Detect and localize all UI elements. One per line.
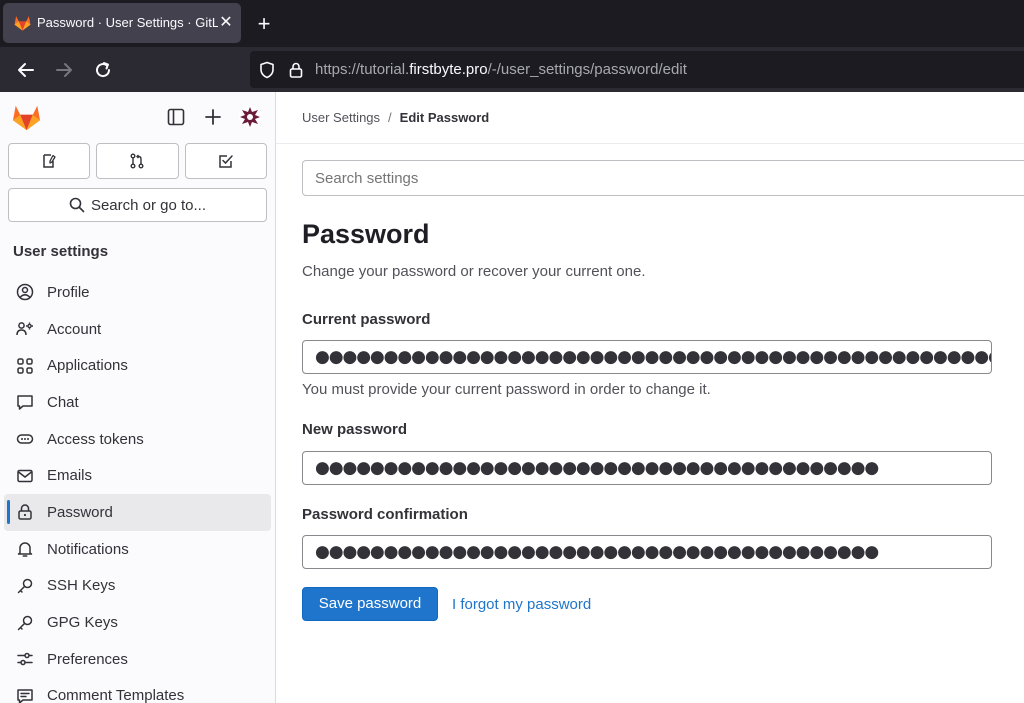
mail-icon [17,469,33,483]
sidebar-item-label: Emails [47,467,93,485]
breadcrumb-edit-password[interactable]: Edit Password [400,110,490,125]
search-or-go-button[interactable]: Search or go to... [8,188,267,222]
current-password-help: You must provide your current password i… [302,381,711,398]
back-arrow-icon[interactable] [15,59,37,81]
search-settings-input[interactable] [302,160,1024,196]
lock-icon[interactable] [287,61,305,79]
sidebar-item-label: Notifications [47,540,129,558]
url-path: /-/user_settings/password/edit [487,61,687,78]
user-avatar[interactable] [238,105,262,129]
tab-title: Password · User Settings · GitLab [37,15,218,30]
reload-icon[interactable] [92,59,114,81]
shield-icon[interactable] [258,61,276,79]
key-icon [17,615,33,630]
sidebar-item-label: Comment Templates [47,687,185,703]
sidebar-item-label: SSH Keys [47,577,116,595]
key-icon [17,578,33,594]
sidebar-item-notifications[interactable]: Notifications [4,531,271,568]
sidebar-item-emails[interactable]: Emails [4,457,271,494]
new-password-label: New password [302,421,408,438]
browser-tab[interactable]: Password · User Settings · GitLab ✕ [3,3,241,43]
sidebar-item-label: Profile [47,283,90,301]
browser-nav-bar: https://tutorial.firstbyte.pro/-/user_se… [0,47,1024,92]
gitlab-favicon-icon [14,16,31,31]
browser-tab-bar: Password · User Settings · GitLab ✕ + [0,0,1024,47]
sidebar-item-profile[interactable]: Profile [4,274,271,311]
gitlab-logo-icon[interactable] [12,104,41,131]
search-or-go-label: Search or go to... [90,196,207,214]
password-confirmation-field[interactable]: ●●●●●●●●●●●●●●●●●●●●●●●●●●●●●●●●●●●●●●●●… [302,535,992,569]
sidebar-item-ssh-keys[interactable]: SSH Keys [4,568,271,605]
close-tab-icon[interactable]: ✕ [218,13,234,33]
issues-icon [43,154,56,168]
sidebar-heading: User settings [13,243,109,260]
account-icon [16,322,33,336]
token-icon [16,434,34,444]
url-host: firstbyte.pro [409,61,488,78]
current-password-field[interactable]: ●●●●●●●●●●●●●●●●●●●●●●●●●●●●●●●●●●●●●●●●… [302,340,992,374]
quick-actions [8,143,267,179]
comment-template-icon [17,689,33,703]
sidebar-item-account[interactable]: Account [4,311,271,348]
sidebar-toggle-icon[interactable] [165,106,187,128]
url-text[interactable]: https://tutorial.firstbyte.pro/-/user_se… [315,61,687,79]
profile-icon [16,284,34,301]
new-tab-button[interactable]: + [252,12,276,36]
header-divider [276,143,1024,144]
sidebar-item-label: GPG Keys [47,614,118,632]
page-subtitle: Change your password or recover your cur… [302,263,646,280]
page-title: Password [302,219,430,249]
sidebar-item-applications[interactable]: Applications [4,347,271,384]
url-bar[interactable]: https://tutorial.firstbyte.pro/-/user_se… [250,51,1024,88]
preferences-icon [17,652,33,666]
new-password-field[interactable]: ●●●●●●●●●●●●●●●●●●●●●●●●●●●●●●●●●●●●●●●●… [302,451,992,485]
merge-requests-button[interactable] [96,143,179,179]
sidebar-item-password[interactable]: Password [4,494,271,531]
sidebar-item-gpg-keys[interactable]: GPG Keys [4,604,271,641]
current-password-label: Current password [302,311,431,328]
search-icon [69,197,85,213]
save-password-button[interactable]: Save password [302,587,438,621]
todo-icon [219,155,233,168]
sidebar-item-comment-templates[interactable]: Comment Templates [4,678,271,703]
applications-icon [17,357,33,374]
sidebar-item-label: Preferences [47,650,128,668]
url-prefix: https://tutorial. [315,61,410,78]
sidebar-menu: Profile Account Applications Chat Access… [4,274,271,703]
forward-arrow-icon[interactable] [53,59,75,81]
sidebar-item-label: Chat [47,393,79,411]
breadcrumb-user-settings[interactable]: User Settings [302,110,380,125]
sidebar-item-access-tokens[interactable]: Access tokens [4,421,271,458]
chat-icon [17,395,33,411]
lock-icon [18,504,32,521]
todos-button[interactable] [184,143,267,179]
bell-icon [17,542,33,557]
sidebar-item-chat[interactable]: Chat [4,384,271,421]
sidebar-item-label: Access tokens [47,430,144,448]
sidebar-item-label: Applications [47,357,128,375]
issues-button[interactable] [8,143,91,179]
sidebar-item-label: Password [47,503,113,521]
sidebar: Search or go to... User settings Profile… [0,92,276,703]
plus-icon[interactable] [202,106,224,128]
sidebar-item-label: Account [47,320,102,338]
forgot-password-link[interactable]: I forgot my password [452,596,591,613]
password-confirmation-label: Password confirmation [302,506,468,523]
breadcrumb-separator: / [388,110,392,125]
breadcrumb: User Settings / Edit Password [302,110,489,125]
sidebar-item-preferences[interactable]: Preferences [4,641,271,678]
merge-request-icon [130,153,144,169]
